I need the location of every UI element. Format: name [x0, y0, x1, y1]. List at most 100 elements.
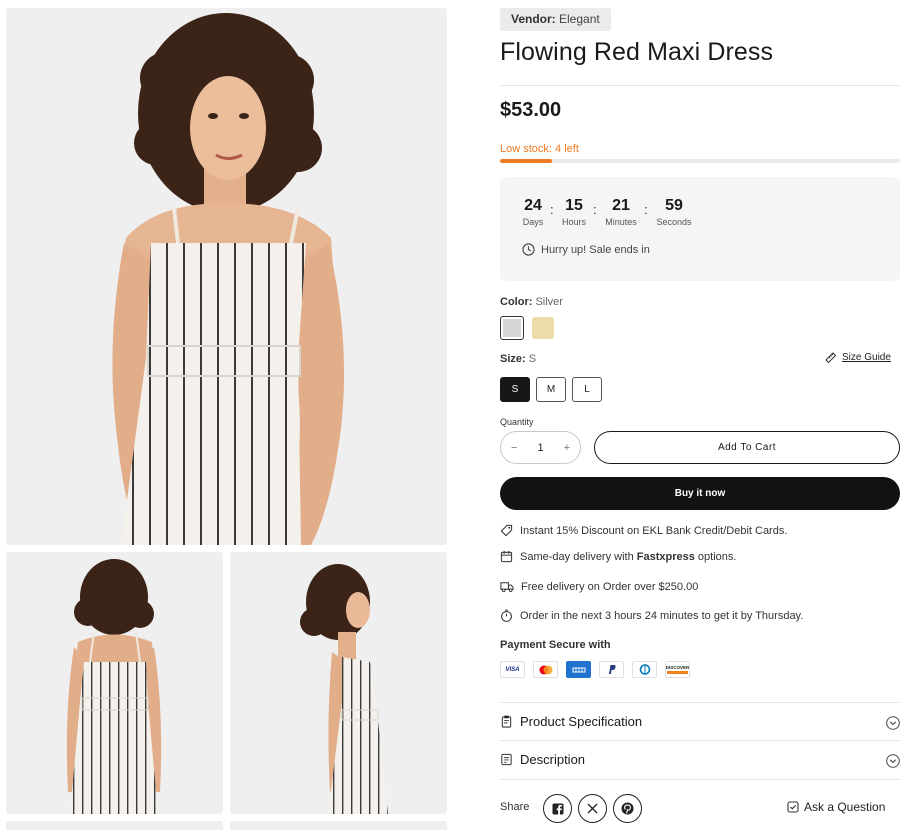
color-swatch-silver[interactable] — [500, 316, 524, 340]
pinterest-share-button[interactable] — [613, 794, 642, 823]
countdown-unit-label: Hours — [561, 217, 586, 227]
perk-same-day: Same-day delivery with Fastxpress option… — [500, 550, 736, 563]
quantity-value[interactable]: 1 — [537, 442, 543, 454]
paypal-logo — [608, 665, 616, 674]
perk-free-delivery: Free delivery on Order over $250.00 — [500, 580, 698, 593]
amex-icon — [566, 661, 591, 678]
countdown-separator: : — [644, 202, 648, 217]
countdown-message: Hurry up! Sale ends in — [522, 243, 650, 256]
countdown-hours: 15 Hours — [554, 196, 594, 227]
quantity-label: Quantity — [500, 417, 534, 427]
color-selected-value: Silver — [535, 296, 563, 308]
quantity-decrease-button[interactable]: − — [511, 442, 517, 454]
countdown-message-text: Hurry up! Sale ends in — [541, 243, 650, 256]
perk-discount-text: Instant 15% Discount on EKL Bank Credit/… — [520, 524, 788, 537]
x-icon — [587, 803, 598, 814]
accordion-product-specification[interactable]: Product Specification — [500, 702, 900, 740]
facebook-share-button[interactable] — [543, 794, 572, 823]
divider — [500, 779, 900, 780]
countdown-unit-label: Minutes — [605, 217, 637, 227]
countdown-value: 24 — [524, 197, 542, 214]
card-discover-label: DISCOVER — [665, 665, 690, 670]
document-icon — [501, 753, 512, 766]
countdown-value: 15 — [565, 197, 583, 214]
edit-check-icon — [787, 801, 799, 813]
main-product-image[interactable] — [6, 8, 447, 545]
thumbnail-image-4[interactable] — [230, 821, 447, 830]
countdown-days: 24 Days — [513, 196, 553, 227]
model-front-photo — [112, 13, 345, 545]
mastercard-icon — [533, 661, 558, 678]
size-selected-value: S — [528, 353, 537, 365]
diners-icon — [632, 661, 657, 678]
product-title: Flowing Red Maxi Dress — [500, 38, 774, 66]
product-gallery — [0, 0, 460, 830]
ask-question-label: Ask a Question — [804, 800, 886, 814]
accordion-description[interactable]: Description — [500, 740, 900, 778]
product-info-panel: Vendor: Elegant Flowing Red Maxi Dress $… — [500, 0, 901, 830]
discover-stripe — [667, 671, 688, 674]
quantity-stepper[interactable]: − 1 + — [500, 431, 581, 464]
perk-discount: Instant 15% Discount on EKL Bank Credit/… — [500, 524, 787, 537]
vendor-name: Elegant — [559, 12, 600, 26]
chevron-down-icon[interactable] — [886, 754, 900, 768]
size-option-m[interactable]: M — [536, 377, 566, 402]
size-option-label: Size: S — [500, 353, 536, 365]
facebook-icon — [552, 803, 563, 815]
model-back-photo — [66, 559, 162, 814]
visa-icon: VISA — [500, 661, 525, 678]
size-guide-label: Size Guide — [842, 351, 891, 363]
countdown-unit-label: Seconds — [656, 217, 692, 227]
countdown-value: 59 — [665, 197, 683, 214]
color-label: Color: — [500, 296, 533, 308]
color-option-label: Color: Silver — [500, 296, 563, 308]
paypal-icon — [599, 661, 624, 678]
stock-progress-bar — [500, 159, 900, 163]
side-view-image[interactable] — [230, 552, 447, 814]
size-option-s[interactable]: S — [500, 377, 530, 402]
perk-order-next-text: Order in the next 3 hours 24 minutes to … — [520, 609, 804, 622]
clipboard-icon — [501, 715, 512, 728]
share-label: Share — [500, 801, 530, 813]
color-swatch-beige[interactable] — [532, 317, 554, 339]
countdown-value: 21 — [612, 197, 630, 214]
mastercard-logo — [539, 665, 552, 674]
product-price: $53.00 — [500, 99, 562, 121]
size-guide-link[interactable]: Size Guide — [825, 351, 891, 363]
size-option-l[interactable]: L — [572, 377, 602, 402]
x-share-button[interactable] — [578, 794, 607, 823]
accordion-title: Product Specification — [520, 714, 643, 729]
perk-free-delivery-text: Free delivery on Order over $250.00 — [521, 580, 699, 593]
delivery-brand: Fastxpress — [636, 550, 695, 563]
vendor-badge[interactable]: Vendor: Elegant — [500, 8, 611, 31]
stopwatch-icon — [501, 609, 512, 622]
vendor-label: Vendor: — [511, 12, 556, 26]
chevron-down-icon[interactable] — [886, 716, 900, 730]
quantity-increase-button[interactable]: + — [564, 442, 570, 454]
stock-status: Low stock: 4 left — [500, 143, 579, 155]
buy-now-button[interactable]: Buy it now — [500, 477, 900, 510]
ruler-icon — [825, 352, 837, 363]
thumbnail-image-3[interactable] — [6, 821, 223, 830]
discover-icon: DISCOVER — [665, 661, 690, 678]
model-side-photo — [300, 564, 388, 814]
ask-question-link[interactable]: Ask a Question — [787, 800, 885, 814]
back-view-image[interactable] — [6, 552, 223, 814]
perk-text-part: Same-day delivery with — [520, 550, 637, 563]
countdown-seconds: 59 Seconds — [654, 196, 694, 227]
countdown-separator: : — [593, 202, 597, 217]
payment-title: Payment Secure with — [500, 639, 611, 651]
accordion-title: Description — [520, 752, 586, 767]
size-label: Size: — [500, 353, 526, 365]
payment-cards: VISA DISCOVER — [500, 661, 690, 678]
stock-progress-fill — [500, 159, 552, 163]
calendar-icon — [500, 550, 513, 563]
perk-order-next: Order in the next 3 hours 24 minutes to … — [500, 609, 803, 622]
tag-icon — [500, 524, 513, 537]
sale-countdown: 24 Days : 15 Hours : 21 Minutes : 59 Sec… — [500, 177, 900, 281]
divider — [500, 85, 900, 86]
clock-icon — [522, 243, 535, 256]
countdown-minutes: 21 Minutes — [601, 196, 641, 227]
perk-text-part: options. — [694, 550, 737, 563]
add-to-cart-button[interactable]: Add To Cart — [594, 431, 900, 464]
